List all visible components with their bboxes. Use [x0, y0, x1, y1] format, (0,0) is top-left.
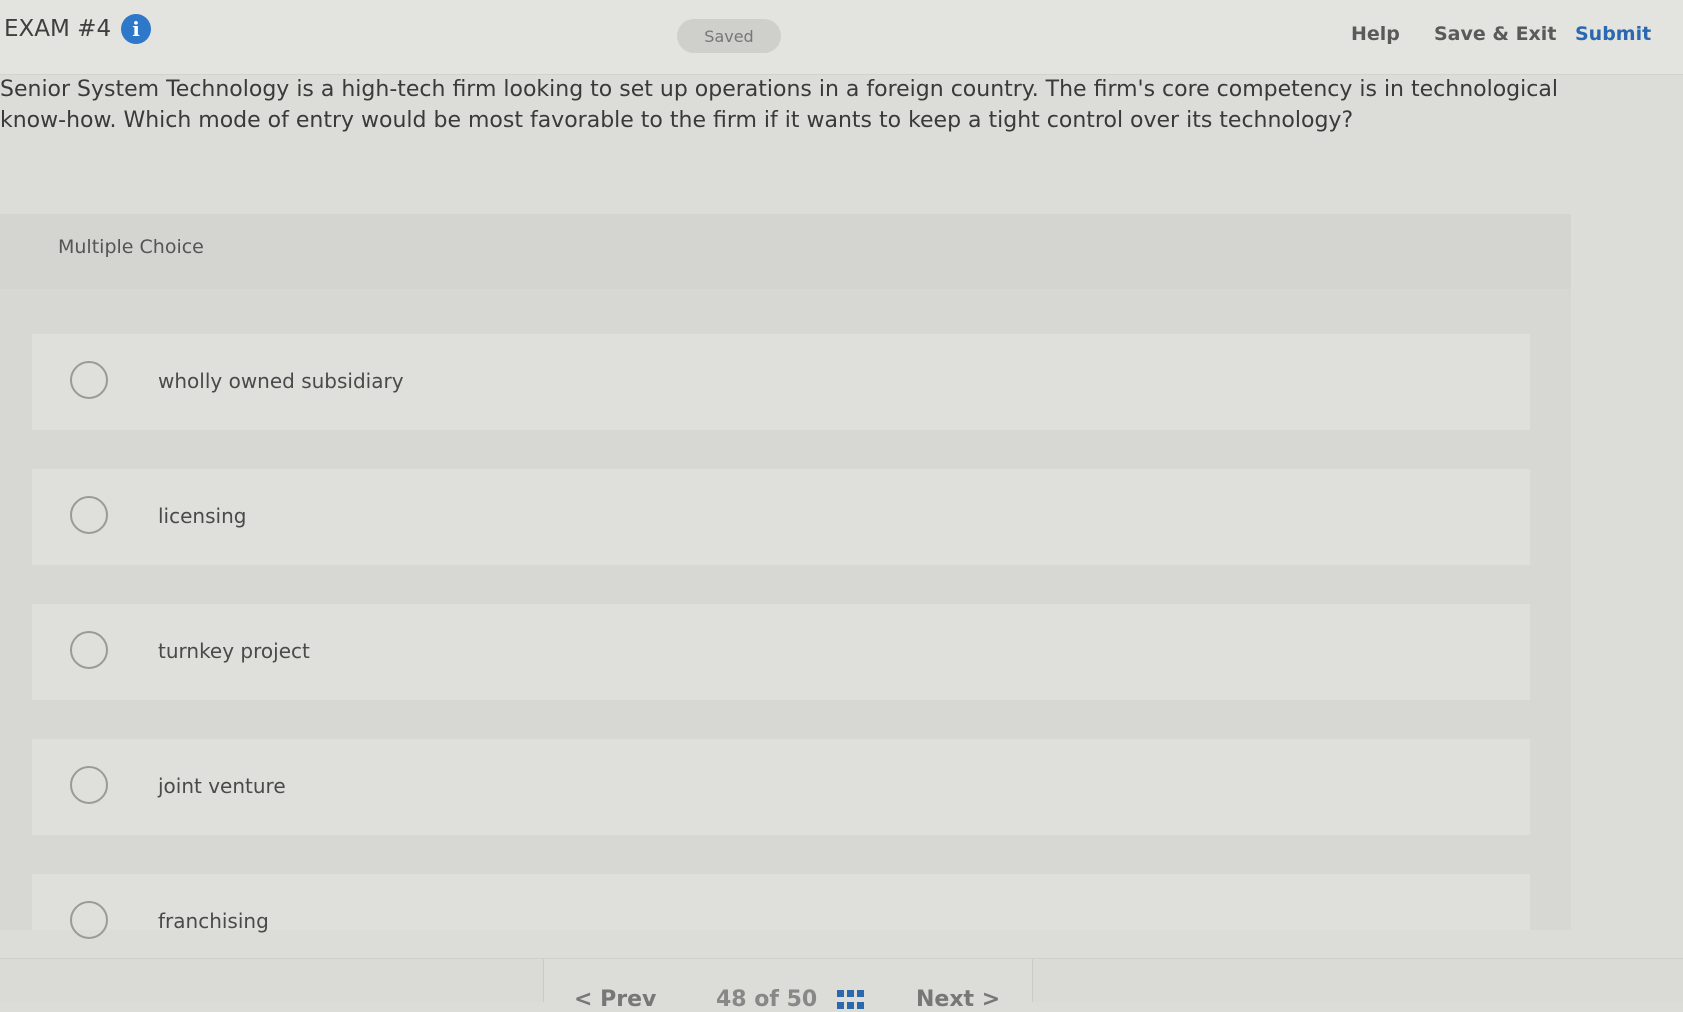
- exam-title-text: EXAM #4: [4, 16, 112, 42]
- help-link[interactable]: Help: [1351, 23, 1400, 45]
- radio-button[interactable]: [70, 361, 108, 399]
- radio-button[interactable]: [70, 631, 108, 669]
- answer-option[interactable]: joint venture: [32, 739, 1530, 835]
- answer-option-label: wholly owned subsidiary: [158, 369, 404, 393]
- submit-link[interactable]: Submit: [1575, 23, 1651, 45]
- answer-option[interactable]: licensing: [32, 469, 1530, 565]
- question-text: Senior System Technology is a high-tech …: [0, 77, 1558, 133]
- multiple-choice-header: Multiple Choice: [0, 214, 1571, 289]
- answer-option-label: franchising: [158, 909, 269, 933]
- answer-option-label: joint venture: [158, 774, 286, 798]
- answer-option[interactable]: turnkey project: [32, 604, 1530, 700]
- question-pager: < Prev 48 of 50 Next >: [543, 959, 1033, 1012]
- save-exit-link[interactable]: Save & Exit: [1434, 23, 1556, 45]
- answer-option[interactable]: franchising: [32, 874, 1530, 939]
- saved-status-badge: Saved: [677, 19, 781, 53]
- question-counter: 48 of 50: [716, 987, 818, 1012]
- answer-option-label: turnkey project: [158, 639, 310, 663]
- radio-button[interactable]: [70, 901, 108, 939]
- radio-button[interactable]: [70, 496, 108, 534]
- info-icon[interactable]: i: [121, 14, 152, 44]
- grid-icon[interactable]: [837, 990, 865, 1010]
- prev-button[interactable]: < Prev: [574, 987, 656, 1012]
- multiple-choice-label: Multiple Choice: [58, 236, 204, 258]
- next-button[interactable]: Next >: [916, 987, 1000, 1012]
- multiple-choice-panel: Multiple Choice wholly owned subsidiary …: [0, 214, 1571, 939]
- radio-button[interactable]: [70, 766, 108, 804]
- exam-title: EXAM #4 i: [4, 14, 152, 44]
- bottom-navigation-bar: < Prev 48 of 50 Next >: [0, 958, 1683, 1012]
- top-bar: EXAM #4 i Saved Help Save & Exit Submit: [0, 0, 1683, 75]
- answer-option[interactable]: wholly owned subsidiary: [32, 334, 1530, 430]
- answer-option-label: licensing: [158, 504, 247, 528]
